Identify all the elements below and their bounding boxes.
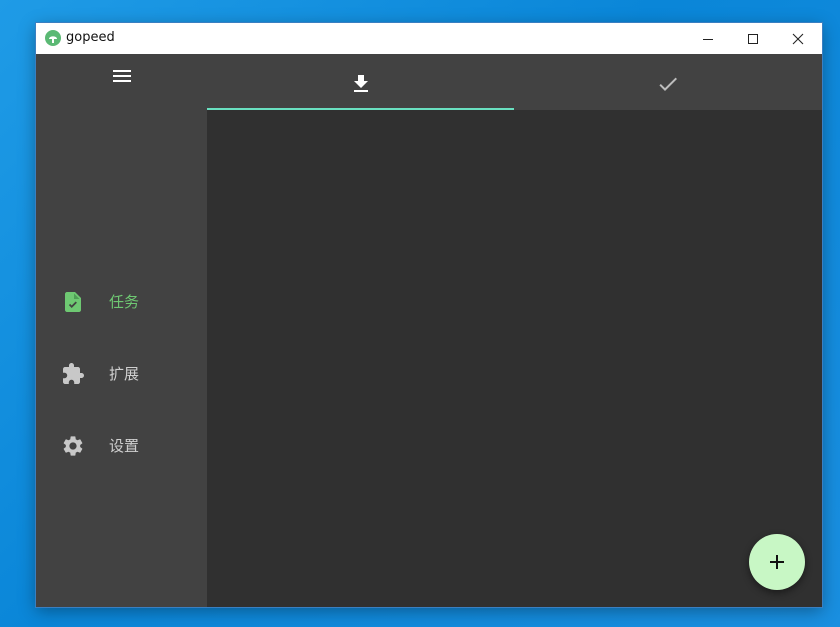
nav-label-extensions: 扩展: [109, 365, 140, 383]
tab-completed[interactable]: [514, 54, 822, 110]
tab-downloading[interactable]: [207, 54, 514, 110]
minimize-icon: [702, 38, 713, 40]
nav-item-tasks[interactable]: 任务: [36, 278, 207, 326]
nav-item-extensions[interactable]: 扩展: [36, 350, 207, 398]
download-icon: [353, 75, 368, 92]
menu-button[interactable]: [110, 64, 134, 88]
title-bar[interactable]: gopeed: [36, 23, 822, 54]
plus-icon: [770, 555, 784, 569]
check-icon: [659, 77, 677, 91]
close-icon: [792, 33, 803, 44]
maximize-icon: [747, 33, 758, 44]
gopeed-logo-icon: [45, 30, 61, 46]
nav-label-settings: 设置: [109, 437, 140, 455]
task-list-area: [207, 110, 822, 607]
add-task-button[interactable]: [749, 534, 805, 590]
app-window: gopeed 任务 扩展 设置: [36, 23, 822, 607]
puzzle-icon: [63, 363, 84, 384]
gear-icon: [63, 436, 83, 456]
hamburger-menu-icon: [113, 70, 131, 82]
minimize-button[interactable]: [685, 23, 730, 54]
close-button[interactable]: [775, 23, 820, 54]
window-title: gopeed: [66, 30, 115, 45]
maximize-button[interactable]: [730, 23, 775, 54]
tab-bar: [207, 54, 822, 110]
nav-label-tasks: 任务: [109, 293, 140, 311]
task-file-icon: [65, 292, 81, 312]
nav-item-settings[interactable]: 设置: [36, 422, 207, 470]
navigation-rail: 任务 扩展 设置: [36, 54, 207, 607]
